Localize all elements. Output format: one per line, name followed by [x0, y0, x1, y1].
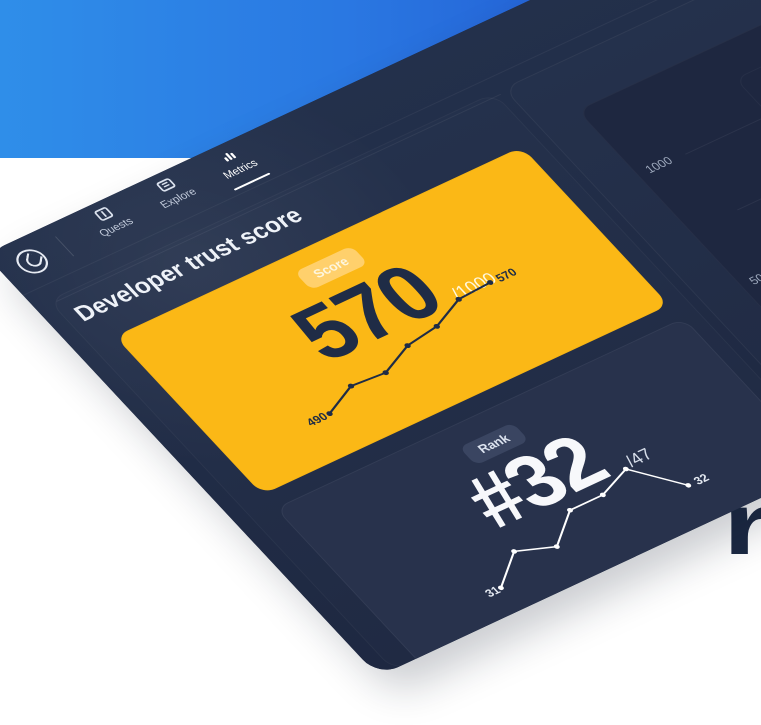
right-chart-y-label: 1000	[642, 154, 676, 176]
metrics-icon	[224, 152, 237, 162]
rank-series-point	[685, 483, 692, 488]
explore-icon	[156, 178, 176, 192]
quest-icon	[94, 207, 114, 221]
brand-logo-icon[interactable]	[9, 245, 55, 278]
right-chart-y-label: 500	[746, 268, 761, 288]
nav-divider	[55, 236, 75, 257]
nav-item-quests[interactable]: Quests	[71, 196, 154, 252]
screenshot-root: n Quests Explore Metrics Developer trust…	[0, 0, 761, 725]
rank-series-point	[553, 544, 560, 549]
rank-series-point	[511, 549, 518, 554]
rank-end-label: 32	[690, 471, 712, 487]
right-chart-grid-line	[736, 126, 761, 211]
right-chart-inner-card	[734, 38, 761, 158]
rank-series-line	[499, 468, 690, 589]
nav-item-explore[interactable]: Explore	[134, 167, 217, 223]
score-end-label: 570	[492, 266, 520, 285]
